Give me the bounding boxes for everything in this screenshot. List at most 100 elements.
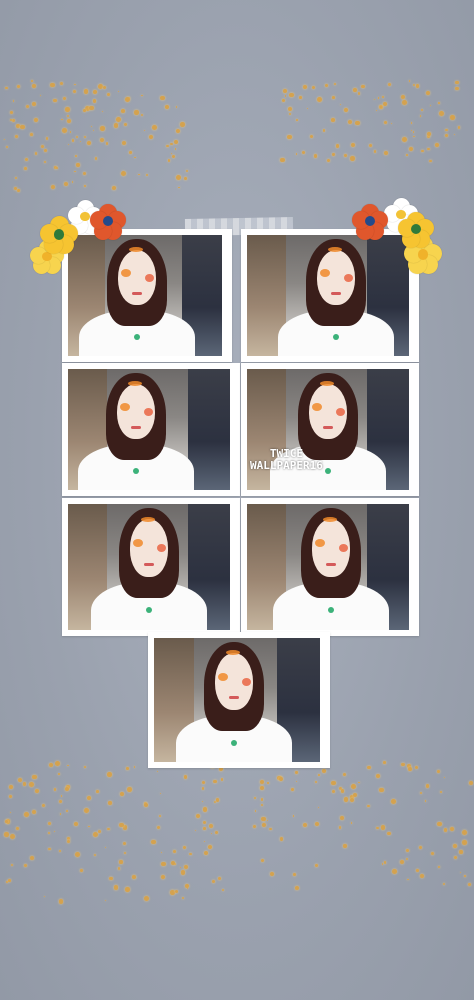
glitter-speck bbox=[211, 832, 213, 834]
glitter-speck bbox=[183, 177, 187, 181]
glitter-speck bbox=[461, 829, 467, 835]
glitter-speck bbox=[407, 767, 412, 772]
glitter-speck bbox=[71, 181, 74, 184]
glitter-speck bbox=[406, 154, 408, 156]
glitter-speck bbox=[35, 788, 40, 793]
photo-frame bbox=[62, 498, 240, 636]
glitter-speck bbox=[211, 879, 215, 883]
glitter-speck bbox=[354, 120, 360, 126]
glitter-speck bbox=[378, 104, 383, 110]
glitter-speck bbox=[279, 836, 284, 841]
glitter-speck bbox=[375, 109, 378, 112]
glitter-speck bbox=[381, 95, 385, 99]
glitter-speck bbox=[62, 96, 66, 101]
glitter-speck bbox=[383, 861, 387, 864]
glitter-speck bbox=[58, 773, 60, 775]
glitter-speck bbox=[134, 156, 136, 159]
glitter-speck bbox=[173, 139, 178, 145]
glitter-speck bbox=[349, 797, 354, 802]
glitter-speck bbox=[440, 790, 443, 793]
glitter-speck bbox=[134, 876, 136, 879]
glitter-speck bbox=[53, 788, 57, 791]
glitter-speck bbox=[66, 118, 71, 123]
glitter-speck bbox=[278, 777, 283, 782]
glitter-speck bbox=[350, 142, 356, 148]
glitter-speck bbox=[261, 822, 266, 827]
glitter-speck bbox=[109, 876, 113, 881]
glitter-speck bbox=[80, 869, 84, 872]
glitter-speck bbox=[74, 155, 77, 158]
glitter-speck bbox=[201, 787, 205, 790]
glitter-speck bbox=[357, 92, 361, 95]
glitter-speck bbox=[74, 821, 78, 826]
glitter-speck bbox=[201, 780, 205, 784]
glitter-speck bbox=[60, 795, 62, 797]
portrait-photo bbox=[68, 504, 230, 630]
glitter-speck bbox=[6, 881, 8, 883]
glitter-speck bbox=[160, 96, 165, 101]
glitter-speck bbox=[133, 765, 136, 768]
glitter-speck bbox=[410, 122, 412, 124]
glitter-speck bbox=[106, 772, 112, 777]
portrait-photo bbox=[154, 638, 320, 762]
glitter-speck bbox=[408, 80, 411, 82]
glitter-speck bbox=[104, 899, 107, 902]
glitter-speck bbox=[260, 779, 265, 785]
glitter-speck bbox=[119, 860, 123, 864]
glitter-speck bbox=[373, 150, 376, 153]
glitter-speck bbox=[32, 84, 37, 89]
glitter-speck bbox=[412, 84, 415, 87]
glitter-speck bbox=[332, 96, 335, 99]
glitter-speck bbox=[28, 781, 34, 787]
glitter-speck bbox=[97, 83, 103, 89]
glitter-speck bbox=[3, 139, 6, 141]
glitter-speck bbox=[469, 780, 474, 785]
glitter-speck bbox=[314, 780, 317, 783]
glitter-speck bbox=[83, 808, 89, 813]
glitter-speck bbox=[215, 830, 219, 834]
glitter-speck bbox=[312, 85, 316, 89]
glitter-speck bbox=[294, 885, 299, 890]
glitter-speck bbox=[106, 92, 110, 96]
glitter-speck bbox=[449, 826, 454, 831]
glitter-speck bbox=[453, 133, 456, 136]
glitter-speck bbox=[46, 137, 49, 140]
glitter-speck bbox=[281, 98, 286, 103]
glitter-speck bbox=[326, 158, 331, 163]
glitter-speck bbox=[376, 774, 380, 778]
glitter-speck bbox=[289, 112, 292, 115]
glitter-speck bbox=[427, 134, 431, 138]
glitter-speck bbox=[73, 89, 77, 94]
glitter-speck bbox=[189, 853, 192, 856]
glitter-speck bbox=[302, 822, 307, 827]
red-flower-icon bbox=[352, 204, 388, 240]
glitter-speck bbox=[83, 89, 89, 94]
glitter-speck bbox=[123, 851, 126, 854]
glitter-speck bbox=[350, 783, 356, 789]
glitter-speck bbox=[413, 135, 415, 138]
glitter-speck bbox=[44, 160, 47, 163]
glitter-speck bbox=[430, 104, 432, 106]
glitter-speck bbox=[84, 185, 86, 187]
glitter-speck bbox=[152, 125, 158, 131]
glitter-speck bbox=[9, 794, 13, 798]
glitter-speck bbox=[174, 889, 179, 893]
glitter-speck bbox=[64, 182, 69, 187]
glitter-speck bbox=[157, 826, 161, 830]
glitter-speck bbox=[143, 895, 149, 901]
glitter-speck bbox=[134, 110, 139, 115]
glitter-speck bbox=[367, 804, 370, 808]
portrait-photo bbox=[247, 235, 409, 356]
glitter-speck bbox=[65, 786, 69, 791]
glitter-speck bbox=[339, 103, 341, 105]
glitter-speck bbox=[303, 85, 308, 90]
glitter-speck bbox=[120, 171, 126, 177]
glitter-speck bbox=[32, 774, 37, 779]
glitter-speck bbox=[195, 813, 200, 818]
glitter-speck bbox=[32, 810, 37, 815]
glitter-speck bbox=[457, 126, 461, 129]
red-flower-icon bbox=[90, 204, 126, 240]
glitter-speck bbox=[170, 890, 175, 895]
glitter-speck bbox=[71, 139, 75, 143]
glitter-speck bbox=[175, 129, 180, 134]
